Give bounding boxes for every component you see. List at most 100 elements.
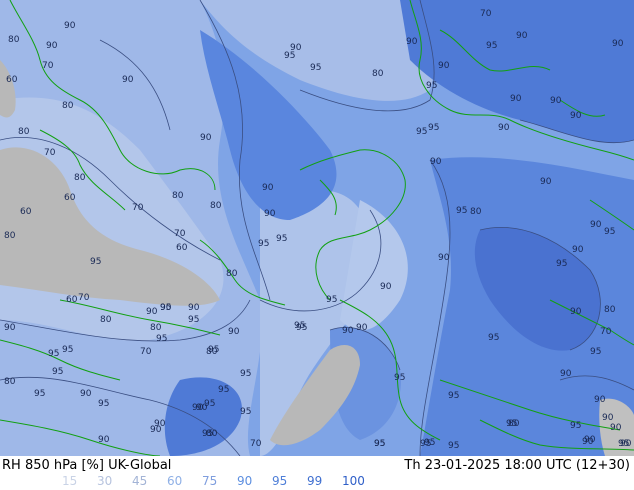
- contour-label: 60: [64, 193, 76, 203]
- contour-label: 95: [202, 429, 213, 439]
- contour-label: 95: [590, 347, 601, 357]
- contour-label: 90: [610, 423, 622, 433]
- contour-label: 90: [4, 323, 16, 333]
- contour-label: 90: [584, 435, 596, 445]
- contour-label: 90: [438, 253, 450, 263]
- contour-label: 95: [426, 81, 437, 91]
- contour-label: 95: [258, 239, 269, 249]
- contour-label: 80: [100, 315, 112, 325]
- contour-label: 60: [66, 295, 78, 305]
- contour-label: 80: [226, 269, 238, 279]
- contour-label: 90: [602, 413, 614, 423]
- contour-label: 95: [604, 227, 615, 237]
- contour-label: 90: [46, 41, 58, 51]
- contour-label: 90: [290, 43, 302, 53]
- contour-label: 95: [556, 259, 567, 269]
- contour-label: 90: [228, 327, 240, 337]
- contour-label: 90: [612, 39, 624, 49]
- contour-label: 60: [6, 75, 18, 85]
- contour-label: 90: [380, 282, 392, 292]
- legend-value: 95: [272, 474, 288, 488]
- contour-label: 90: [356, 323, 368, 333]
- contour-label: 70: [174, 229, 186, 239]
- contour-label: 70: [42, 61, 54, 71]
- contour-label: 95: [456, 206, 467, 216]
- color-legend: 15 30 45 60 75 90 95 99 100: [62, 474, 377, 488]
- rh-map: 90 80 90 70 60 80 90 80 70 60 80 60 70 80 70 60 80 90 80 80…: [0, 0, 634, 456]
- contour-label: 80: [150, 323, 162, 333]
- contour-label: 90: [550, 96, 562, 106]
- contour-label: 90: [430, 157, 442, 167]
- legend-value: 99: [307, 474, 323, 488]
- contour-label: 80: [74, 173, 86, 183]
- contour-label: 95: [326, 295, 337, 305]
- contour-label: 90: [188, 303, 200, 313]
- contour-label: 90: [570, 307, 582, 317]
- legend-value: 30: [97, 474, 113, 488]
- contour-label: 80: [372, 69, 384, 79]
- contour-label: 90: [572, 245, 584, 255]
- legend-value: 45: [132, 474, 148, 488]
- contour-label: 95: [428, 123, 439, 133]
- legend-value: 60: [167, 474, 183, 488]
- contour-label: 95: [240, 407, 251, 417]
- contour-label: 90: [146, 307, 158, 317]
- contour-label: 95: [90, 257, 101, 267]
- contour-label: 95: [218, 385, 229, 395]
- contour-label: 70: [78, 293, 90, 303]
- contour-label: 90: [498, 123, 510, 133]
- contour-label: 90: [516, 31, 528, 41]
- contour-label: 90: [80, 389, 92, 399]
- contour-label: 95: [416, 127, 427, 137]
- contour-label: 95: [276, 234, 287, 244]
- contour-label: 95: [296, 323, 307, 333]
- contour-label: 70: [44, 148, 56, 158]
- contour-label: 70: [600, 327, 612, 337]
- contour-label: 90: [540, 177, 552, 187]
- legend-value: 100: [342, 474, 365, 488]
- contour-label: 95: [488, 333, 499, 343]
- contour-label: 95: [394, 373, 405, 383]
- map-timestamp: Th 23-01-2025 18:00 UTC (12+30): [404, 458, 630, 473]
- contour-label: 95: [204, 399, 215, 409]
- contour-label: 80: [470, 207, 482, 217]
- contour-label: 60: [20, 207, 32, 217]
- contour-label: 90: [406, 37, 418, 47]
- contour-label: 90: [122, 75, 134, 85]
- contour-label: 90: [64, 21, 76, 31]
- contour-label: 95: [424, 438, 435, 448]
- contour-label: 95: [52, 367, 63, 377]
- contour-label: 95: [448, 441, 459, 451]
- contour-label: 95: [98, 399, 109, 409]
- contour-label: 80: [172, 191, 184, 201]
- contour-label: 95: [208, 345, 219, 355]
- legend-value: 15: [62, 474, 78, 488]
- contour-label: 70: [480, 9, 492, 19]
- contour-label: 80: [210, 201, 222, 211]
- contour-label: 95: [156, 334, 167, 344]
- contour-label: 90: [342, 326, 354, 336]
- contour-label: 95: [310, 63, 321, 73]
- map-title: RH 850 hPa [%] UK-Global: [2, 458, 172, 473]
- contour-label: 90: [560, 369, 572, 379]
- contour-label: 80: [508, 419, 520, 429]
- contour-label: 95: [188, 315, 199, 325]
- contour-label: 95: [448, 391, 459, 401]
- contour-label: 90: [438, 61, 450, 71]
- contour-label: 90: [570, 111, 582, 121]
- contour-label: 80: [62, 101, 74, 111]
- map-canvas: 908090706080908070608060 7080706080908080…: [0, 0, 634, 456]
- contour-label: 80: [4, 377, 16, 387]
- contour-label: 60: [176, 243, 188, 253]
- contour-label: 90: [200, 133, 212, 143]
- contour-label: 80: [8, 35, 20, 45]
- legend-value: 75: [202, 474, 218, 488]
- contour-label: 95: [34, 389, 45, 399]
- contour-label: 95: [486, 41, 497, 51]
- contour-label: 95: [618, 439, 629, 449]
- contour-label: 70: [250, 439, 262, 449]
- contour-label: 90: [262, 183, 274, 193]
- contour-label: 90: [154, 419, 166, 429]
- contour-label: 90: [510, 94, 522, 104]
- contour-label: 95: [374, 439, 385, 449]
